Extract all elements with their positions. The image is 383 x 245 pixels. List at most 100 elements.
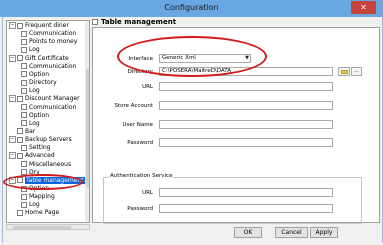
tree-expander-icon[interactable]: − <box>9 54 16 62</box>
page-icon <box>21 87 27 94</box>
tree-item-label: Mapping <box>29 193 55 201</box>
tree-item[interactable]: − Frequent diner <box>9 22 69 30</box>
page-icon <box>21 193 27 200</box>
tree-item[interactable]: − Discount Manager <box>9 95 80 103</box>
ok-button[interactable]: OK <box>234 227 262 238</box>
browse-folder-button[interactable] <box>338 67 350 76</box>
tree-item-label: Bar <box>25 127 36 135</box>
tree-item[interactable]: Option <box>21 185 49 193</box>
tree-item[interactable]: Communication <box>21 63 76 71</box>
tree-expander-icon[interactable]: − <box>9 95 16 103</box>
url-label: URL <box>142 84 153 90</box>
page-icon <box>21 112 27 119</box>
page-icon <box>21 38 27 45</box>
page-icon <box>21 201 27 208</box>
configuration-window: Configuration ✕ − Frequent diner Communica… <box>0 0 383 245</box>
tree-item-label: Frequent diner <box>25 22 69 29</box>
tree-item[interactable]: − Gift Certificate <box>9 54 69 63</box>
tree-item[interactable]: Setting <box>21 144 50 152</box>
tree-item[interactable]: Option <box>21 112 49 120</box>
page-icon <box>92 19 98 25</box>
store-account-label: Store Account <box>114 103 154 109</box>
directory-field[interactable]: C:\POSERA\MaitreD\DATA <box>159 67 333 76</box>
interface-select-value: Generic Xml <box>162 55 196 61</box>
tree-item[interactable]: Log <box>21 120 40 128</box>
close-icon[interactable]: ✕ <box>351 1 376 14</box>
tree-horizontal-scrollbar-thumb[interactable] <box>13 226 71 229</box>
tree-item[interactable]: Dry <box>21 169 40 177</box>
tree-item-label: Miscellaneous <box>29 160 72 168</box>
tree-item-label: Dry <box>29 168 40 176</box>
interface-select[interactable]: Generic Xml ▼ <box>159 54 251 63</box>
tree-item-label: Option <box>29 185 50 192</box>
tree-item-label: Setting <box>29 144 51 152</box>
chevron-down-icon[interactable]: ▼ <box>245 55 249 62</box>
tree-item[interactable]: Log <box>21 87 40 95</box>
tree-item-label: Home Page <box>25 209 60 217</box>
tree-item[interactable]: − Advanced <box>9 152 55 160</box>
tree-item-label: Gift Certificate <box>25 54 69 62</box>
tree-item-label: Discount Manager <box>25 95 80 103</box>
tree-item[interactable]: − Table management <box>9 176 85 185</box>
page-icon <box>21 161 27 168</box>
tree-item-label: Advanced <box>25 152 55 160</box>
tree-item[interactable]: Miscellaneous <box>21 161 71 169</box>
tree-item-label: Communication <box>29 62 77 70</box>
page-icon <box>21 144 27 151</box>
page-icon <box>21 169 27 176</box>
tree-horizontal-scrollbar[interactable] <box>6 224 90 230</box>
apply-button[interactable]: Apply <box>310 227 338 238</box>
page-icon <box>17 128 23 135</box>
page-icon <box>21 79 27 86</box>
tree-item-label: Backup Servers <box>25 136 72 144</box>
tree-item[interactable]: Mapping <box>21 193 55 201</box>
tree-item[interactable]: Log <box>21 201 40 209</box>
password-field[interactable] <box>159 138 333 147</box>
auth-password-field[interactable] <box>159 204 333 213</box>
page-icon <box>21 104 27 110</box>
auth-url-field[interactable] <box>159 188 333 197</box>
page-icon <box>21 71 27 78</box>
cancel-button[interactable]: Cancel <box>275 227 308 238</box>
tree-item[interactable]: − Backup Servers <box>9 136 72 144</box>
tree-item[interactable]: Points to money <box>21 38 77 46</box>
page-icon <box>17 22 23 29</box>
tree-item[interactable]: Home Page <box>9 209 59 217</box>
tree-vertical-scrollbar-thumb[interactable] <box>86 69 89 187</box>
settings-tree[interactable]: − Frequent diner Communication Points to mo… <box>6 20 90 223</box>
page-icon <box>21 120 27 127</box>
folder-icon <box>341 70 348 74</box>
page-icon <box>17 55 23 62</box>
tree-item[interactable]: Log <box>21 46 40 54</box>
tree-expander-icon[interactable]: − <box>9 22 16 29</box>
page-icon <box>17 209 23 216</box>
tree-item[interactable]: Directory <box>21 79 57 87</box>
tree-item-label: Option <box>29 111 50 119</box>
tree-vertical-scrollbar[interactable] <box>85 21 89 222</box>
title-bar[interactable]: Configuration ✕ <box>0 0 383 17</box>
tree-item[interactable]: Bar <box>9 128 35 136</box>
tree-item-label: Log <box>29 201 40 209</box>
auth-password-label: Password <box>127 206 153 212</box>
tree-item-label: Log <box>29 119 40 127</box>
tree-expander-icon[interactable]: − <box>9 152 16 160</box>
tree-expander-icon[interactable]: − <box>9 176 16 184</box>
user-name-field[interactable] <box>159 120 333 129</box>
url-field[interactable] <box>159 82 333 91</box>
tree-expander-icon[interactable]: − <box>9 136 16 144</box>
tree-item-label: Directory <box>29 79 57 87</box>
page-icon <box>21 46 27 53</box>
page-icon <box>21 63 27 70</box>
page-icon <box>21 30 27 37</box>
panel-header: Table management <box>92 18 380 27</box>
panel-title: Table management <box>101 18 177 26</box>
tree-item[interactable]: Option <box>21 71 49 79</box>
store-account-field[interactable] <box>159 101 333 110</box>
tree-item[interactable]: Communication <box>21 104 76 112</box>
window-title: Configuration <box>164 3 219 12</box>
page-icon <box>17 177 23 184</box>
interface-label: Interface <box>128 56 153 62</box>
tree-item[interactable]: Communication <box>21 30 76 38</box>
browse-dots-button[interactable]: ... <box>351 67 362 76</box>
page-icon <box>17 136 23 143</box>
